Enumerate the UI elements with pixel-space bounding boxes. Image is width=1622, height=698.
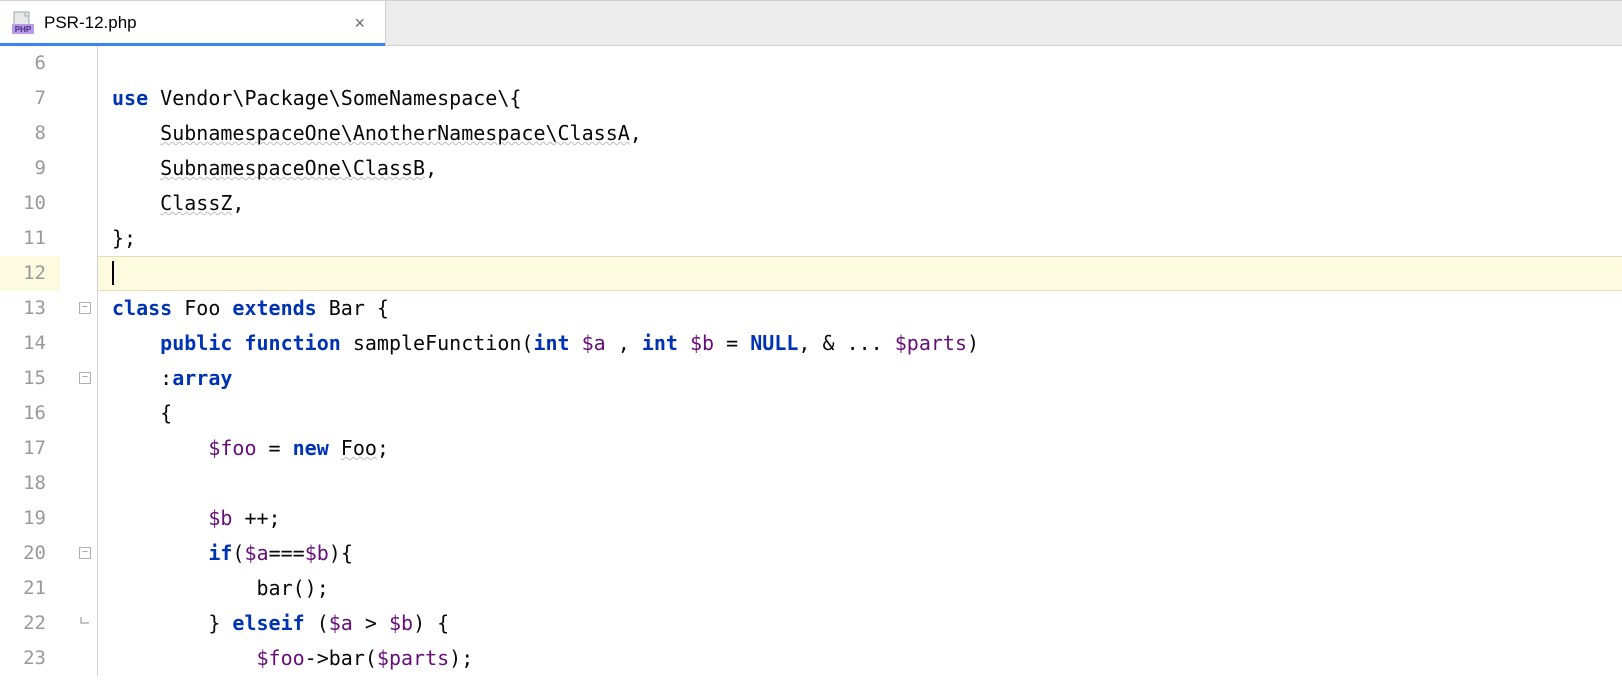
line-number: 15 (0, 361, 60, 396)
fold-gutter (60, 326, 98, 361)
php-file-icon: PHP (10, 10, 36, 36)
line-number: 19 (0, 501, 60, 536)
line-number: 10 (0, 186, 60, 221)
line-number: 16 (0, 396, 60, 431)
code-line[interactable]: 9 SubnamespaceOne\ClassB, (0, 151, 1622, 186)
line-number: 14 (0, 326, 60, 361)
fold-toggle-icon[interactable] (79, 547, 91, 559)
line-number: 17 (0, 431, 60, 466)
code-line[interactable]: 20 if($a===$b){ (0, 536, 1622, 571)
code-line[interactable]: 8 SubnamespaceOne\AnotherNamespace\Class… (0, 116, 1622, 151)
code-line[interactable]: 16 { (0, 396, 1622, 431)
fold-gutter (60, 536, 98, 571)
fold-gutter (60, 501, 98, 536)
line-number: 18 (0, 466, 60, 501)
fold-gutter (60, 291, 98, 326)
code-text[interactable]: } elseif ($a > $b) { (98, 606, 1622, 641)
svg-text:PHP: PHP (15, 25, 32, 34)
fold-gutter (60, 116, 98, 151)
fold-gutter (60, 431, 98, 466)
code-text[interactable]: $foo = new Foo; (98, 431, 1622, 466)
code-text[interactable]: :array (98, 361, 1622, 396)
code-text[interactable] (98, 466, 1622, 501)
fold-toggle-icon[interactable] (79, 302, 91, 314)
code-text[interactable] (98, 46, 1622, 81)
tab-filename: PSR-12.php (44, 13, 340, 33)
code-text[interactable]: if($a===$b){ (98, 536, 1622, 571)
code-line[interactable]: 6 (0, 46, 1622, 81)
code-line[interactable]: 13 class Foo extends Bar { (0, 291, 1622, 326)
code-line[interactable]: 15 :array (0, 361, 1622, 396)
line-number: 6 (0, 46, 60, 81)
fold-gutter (60, 46, 98, 81)
code-text[interactable]: }; (98, 221, 1622, 256)
tab-bar: PHP PSR-12.php × (0, 0, 1622, 46)
line-number: 21 (0, 571, 60, 606)
code-text[interactable]: $b ++; (98, 501, 1622, 536)
fold-end-icon[interactable] (79, 617, 91, 629)
code-text[interactable]: public function sampleFunction(int $a , … (98, 326, 1622, 361)
fold-gutter (60, 151, 98, 186)
code-line[interactable]: 11}; (0, 221, 1622, 256)
fold-gutter (60, 81, 98, 116)
code-line[interactable]: 23 $foo->bar($parts); (0, 641, 1622, 676)
code-text[interactable]: class Foo extends Bar { (98, 291, 1622, 326)
code-line[interactable]: 14 public function sampleFunction(int $a… (0, 326, 1622, 361)
fold-gutter (60, 256, 98, 291)
fold-toggle-icon[interactable] (79, 372, 91, 384)
code-text[interactable] (98, 256, 1622, 291)
code-line[interactable]: 22 } elseif ($a > $b) { (0, 606, 1622, 641)
fold-gutter (60, 396, 98, 431)
code-text[interactable]: { (98, 396, 1622, 431)
fold-gutter (60, 361, 98, 396)
code-text[interactable]: SubnamespaceOne\AnotherNamespace\ClassA, (98, 116, 1622, 151)
code-text[interactable]: ClassZ, (98, 186, 1622, 221)
close-tab-icon[interactable]: × (348, 11, 371, 36)
fold-gutter (60, 186, 98, 221)
line-number: 20 (0, 536, 60, 571)
line-number: 13 (0, 291, 60, 326)
line-number: 23 (0, 641, 60, 676)
code-line[interactable]: 7 use Vendor\Package\SomeNamespace\{ (0, 81, 1622, 116)
line-number: 9 (0, 151, 60, 186)
code-text[interactable]: use Vendor\Package\SomeNamespace\{ (98, 81, 1622, 116)
line-number: 22 (0, 606, 60, 641)
code-line[interactable]: 21 bar(); (0, 571, 1622, 606)
code-line[interactable]: 17 $foo = new Foo; (0, 431, 1622, 466)
code-line[interactable]: 18 (0, 466, 1622, 501)
fold-gutter (60, 221, 98, 256)
code-text[interactable]: $foo->bar($parts); (98, 641, 1622, 676)
fold-gutter (60, 606, 98, 641)
fold-gutter (60, 571, 98, 606)
line-number: 11 (0, 221, 60, 256)
fold-gutter (60, 641, 98, 676)
fold-gutter (60, 466, 98, 501)
code-line[interactable]: 19 $b ++; (0, 501, 1622, 536)
editor-tab[interactable]: PHP PSR-12.php × (0, 1, 386, 45)
line-number: 7 (0, 81, 60, 116)
code-line[interactable]: 12 (0, 256, 1622, 291)
code-line[interactable]: 10 ClassZ, (0, 186, 1622, 221)
editor-area[interactable]: 67use Vendor\Package\SomeNamespace\{8 Su… (0, 46, 1622, 698)
line-number: 8 (0, 116, 60, 151)
line-number: 12 (0, 256, 60, 291)
code-text[interactable]: bar(); (98, 571, 1622, 606)
code-text[interactable]: SubnamespaceOne\ClassB, (98, 151, 1622, 186)
text-caret (112, 261, 114, 285)
